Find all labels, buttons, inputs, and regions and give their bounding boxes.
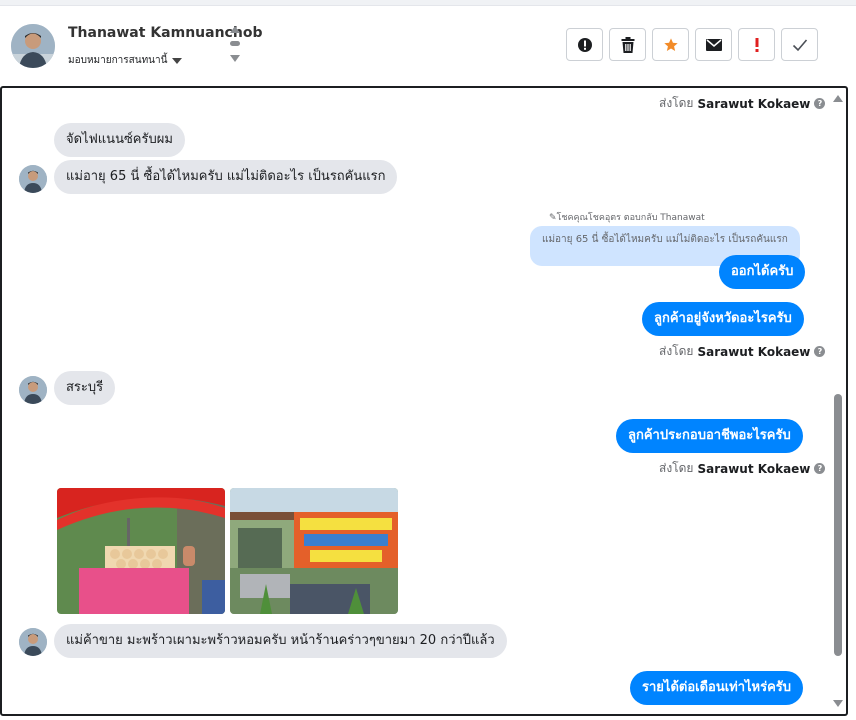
sent-by-prefix: ส่งโดย [659,344,694,358]
reply-label: ✎โชคคุณโชคอุตร ตอบกลับ Thanawat [549,210,705,224]
agent-name: Sarawut Kokaew [697,344,811,359]
message-bubble-outgoing: รายได้ต่อเดือนเท่าไหร่ครับ [630,671,804,705]
assign-label: มอบหมายการสนทนานี้ [68,55,168,66]
mark-unread-button[interactable] [695,28,732,61]
message-bubble-incoming: แม่ค้าขาย มะพร้าวเผามะพร้าวหอมครับ หน้าร… [54,624,507,658]
sent-by-line: ส่งโดย Sarawut Kokaew ? [659,94,826,113]
trash-icon [621,36,634,53]
contact-avatar[interactable] [11,24,55,68]
scroll-down-icon[interactable] [833,700,843,707]
sent-by-line: ส่งโดย Sarawut Kokaew ? [659,459,826,478]
stepper-divider-icon [230,41,240,46]
done-button[interactable] [781,28,818,61]
star-button[interactable] [652,28,689,61]
conversation-stepper[interactable] [229,26,241,66]
reply-label-text: โชคคุณโชคอุตร ตอบกลับ Thanawat [556,213,705,223]
avatar[interactable] [19,165,47,193]
message-bubble-outgoing: ลูกค้าประกอบอาชีพอะไรครับ [616,419,803,453]
star-icon [663,37,678,51]
agent-name: Sarawut Kokaew [697,461,811,476]
avatar[interactable] [19,628,47,656]
photo-shop-sign[interactable] [230,488,398,614]
help-icon[interactable]: ? [814,463,826,474]
conversation-header: Thanawat Kamnuanchob มอบหมายการสนทนานี้ [0,6,848,86]
message-bubble-incoming: แม่อายุ 65 นี่ ซื้อได้ไหมครับ แม่ไม่ติดอ… [54,160,398,194]
help-icon[interactable]: ? [814,346,826,357]
message-bubble-outgoing: ออกได้ครับ [719,255,806,289]
message-bubble-outgoing: ลูกค้าอยู่จังหวัดอะไรครับ [642,302,804,336]
message-bubble-incoming: จัดไฟแนนซ์ครับผม [54,123,185,157]
spam-button[interactable] [566,28,603,61]
conversation-panel[interactable]: ส่งโดย Sarawut Kokaew ? จัดไฟแนนซ์ครับผม… [0,86,848,716]
previous-conversation-icon[interactable] [230,26,240,33]
help-icon[interactable]: ? [814,98,826,109]
conversation-scrollbar[interactable] [830,88,846,714]
agent-name: Sarawut Kokaew [697,96,811,111]
assign-conversation-dropdown[interactable]: มอบหมายการสนทนานี้ [68,53,183,68]
envelope-icon [705,38,722,51]
photo-coconut-stall[interactable] [57,488,225,614]
header-actions [566,28,818,61]
exclamation-icon [755,37,758,52]
next-conversation-icon[interactable] [230,55,240,62]
delete-button[interactable] [609,28,646,61]
sent-by-prefix: ส่งโดย [659,96,694,110]
avatar[interactable] [19,376,47,404]
message-bubble-incoming: สระบุรี [54,371,116,405]
check-icon [792,38,807,51]
spam-icon [577,37,592,52]
follow-up-button[interactable] [738,28,775,61]
reply-icon: ✎ [549,213,557,223]
sent-by-line: ส่งโดย Sarawut Kokaew ? [659,342,826,361]
scrollbar-thumb[interactable] [834,394,842,656]
scroll-up-icon[interactable] [833,95,843,102]
chevron-down-icon [172,57,183,64]
sent-by-prefix: ส่งโดย [659,461,694,475]
